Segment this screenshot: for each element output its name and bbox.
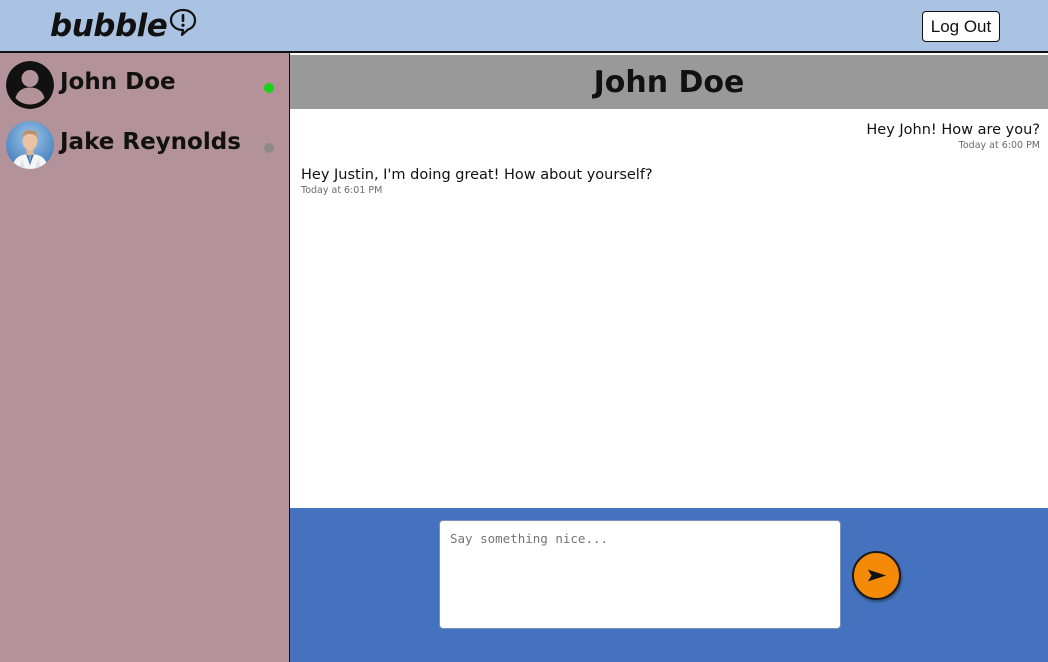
logo-text: bubble — [50, 8, 168, 44]
app-logo[interactable]: bubble — [50, 6, 198, 46]
contact-item-jake-reynolds[interactable]: Jake Reynolds — [0, 117, 290, 173]
logout-button[interactable]: Log Out — [922, 11, 1000, 42]
message-composer — [290, 508, 1048, 662]
message-timestamp: Today at 6:01 PM — [301, 185, 383, 196]
contact-name: Jake Reynolds — [60, 129, 241, 155]
avatar — [6, 121, 54, 169]
send-arrow-icon — [867, 569, 886, 582]
message-outgoing: Hey John! How are you? Today at 6:00 PM — [866, 122, 1040, 151]
contact-name: John Doe — [60, 69, 176, 95]
top-bar: bubble Log Out — [0, 0, 1048, 53]
message-list: Hey John! How are you? Today at 6:00 PM … — [290, 109, 1048, 508]
send-button[interactable] — [852, 551, 901, 600]
contact-item-john-doe[interactable]: John Doe — [0, 57, 290, 113]
avatar — [6, 61, 54, 109]
message-text: Hey Justin, I'm doing great! How about y… — [301, 167, 653, 183]
speech-bubble-icon — [170, 8, 197, 37]
profile-photo — [6, 121, 54, 169]
contacts-sidebar: John Doe Jake Reynolds — [0, 53, 290, 662]
chat-header: John Doe — [290, 55, 1048, 109]
message-timestamp: Today at 6:00 PM — [958, 140, 1040, 151]
online-status-indicator — [264, 83, 274, 93]
message-text: Hey John! How are you? — [866, 122, 1040, 138]
user-icon — [6, 61, 54, 109]
chat-title: John Doe — [593, 64, 745, 100]
offline-status-indicator — [264, 143, 274, 153]
message-incoming: Hey Justin, I'm doing great! How about y… — [301, 167, 653, 196]
message-input[interactable] — [439, 520, 841, 629]
